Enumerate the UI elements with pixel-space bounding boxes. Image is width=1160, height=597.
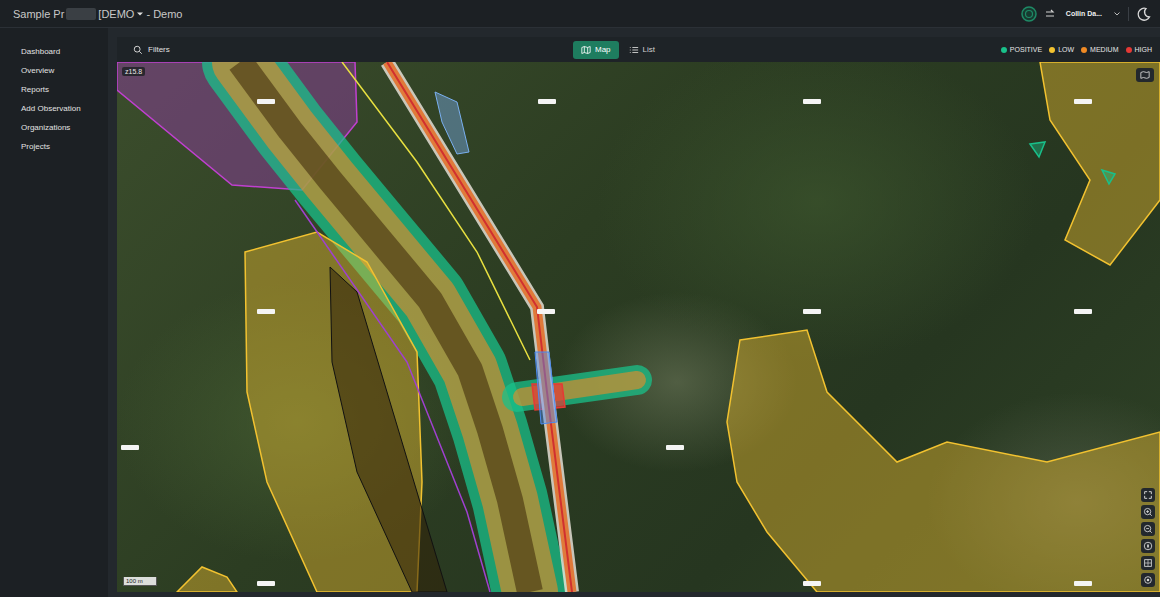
stream-channel <box>240 62 530 592</box>
view-tab[interactable]: List <box>621 41 663 59</box>
user-name[interactable]: Collin Da... <box>1066 10 1102 17</box>
sidebar-item[interactable]: Reports <box>0 80 108 99</box>
filters-button[interactable]: Filters <box>133 45 573 55</box>
toolbar: Filters Map List POSITIVE LOW MEDIUM HIGH <box>117 37 1160 62</box>
zoom-in-button[interactable] <box>1141 505 1155 519</box>
sidebar-item[interactable]: Projects <box>0 137 108 156</box>
map-label <box>803 309 821 314</box>
zoom-out-icon <box>1143 524 1153 534</box>
app-window: Sample Pr [DEMO - Demo Collin Da... Dashboar… <box>0 0 1160 597</box>
main-panel: Filters Map List POSITIVE LOW MEDIUM HIGH z15.8… <box>108 28 1160 597</box>
water-feature <box>435 92 469 154</box>
road-centerline <box>387 62 572 592</box>
legend-item: LOW <box>1049 46 1074 53</box>
map-canvas[interactable]: z15.8 100 m <box>117 62 1160 592</box>
compass-button[interactable] <box>1141 539 1155 553</box>
legend-item: MEDIUM <box>1081 46 1118 53</box>
risk-corridor[interactable] <box>240 62 530 592</box>
chevron-down-icon[interactable] <box>1113 10 1121 18</box>
sidebar-item[interactable]: Dashboard <box>0 42 108 61</box>
zoom-level: z15.8 <box>122 67 145 76</box>
slope-area <box>330 267 447 592</box>
top-bar: Sample Pr [DEMO - Demo Collin Da... <box>0 0 1160 28</box>
search-icon <box>133 45 143 55</box>
road-buffer <box>387 62 572 592</box>
map-label <box>257 99 275 104</box>
legend-label: MEDIUM <box>1090 46 1118 53</box>
map-icon <box>581 45 591 55</box>
status-circle-icon[interactable] <box>1021 6 1037 22</box>
body: DashboardOverviewReportsAdd ObservationO… <box>0 28 1160 597</box>
road <box>387 62 572 592</box>
expand-icon <box>1143 558 1153 568</box>
legend-item: POSITIVE <box>1001 46 1042 53</box>
map-label <box>1074 99 1092 104</box>
expand-button[interactable] <box>1141 556 1155 570</box>
filters-label: Filters <box>148 45 170 54</box>
view-tab[interactable]: Map <box>573 41 619 59</box>
fullscreen-icon <box>1143 490 1153 500</box>
zoom-in-icon <box>1143 507 1153 517</box>
map-controls <box>1141 488 1155 587</box>
map-label <box>537 309 555 314</box>
legend-label: LOW <box>1058 46 1074 53</box>
scale-bar: 100 m <box>123 577 157 586</box>
legend-dot <box>1001 47 1007 53</box>
map-panel: Filters Map List POSITIVE LOW MEDIUM HIGH z15.8… <box>117 37 1160 592</box>
locate-icon <box>1143 575 1153 585</box>
layers-button[interactable] <box>1136 68 1154 82</box>
map-label <box>803 581 821 586</box>
header-actions: Collin Da... <box>1021 6 1152 22</box>
trail-line <box>342 62 530 360</box>
legend-dot <box>1081 47 1087 53</box>
map-label <box>803 99 821 104</box>
project-selector[interactable]: Sample Pr [DEMO - Demo <box>13 8 182 20</box>
legend-dot <box>1049 47 1055 53</box>
layers-icon <box>1140 70 1150 80</box>
sidebar: DashboardOverviewReportsAdd ObservationO… <box>0 28 108 597</box>
map-label <box>257 581 275 586</box>
legend-label: HIGH <box>1135 46 1153 53</box>
moon-icon[interactable] <box>1136 6 1152 22</box>
view-label: Map <box>595 45 611 54</box>
map-layers <box>117 62 1160 592</box>
project-title: Sample Pr <box>13 8 64 20</box>
header-divider <box>1128 7 1129 21</box>
redacted-block <box>66 8 96 20</box>
map-label <box>666 445 684 450</box>
map-label <box>121 445 139 450</box>
sidebar-item[interactable]: Organizations <box>0 118 108 137</box>
boundary-line <box>295 200 490 592</box>
risk-corridor[interactable] <box>240 62 530 592</box>
fullscreen-button[interactable] <box>1141 488 1155 502</box>
map-label <box>257 309 275 314</box>
risk-zone[interactable] <box>1030 142 1045 157</box>
risk-zone[interactable] <box>727 330 1160 592</box>
project-suffix: - Demo <box>146 8 182 20</box>
map-label <box>538 99 556 104</box>
legend-item: HIGH <box>1126 46 1153 53</box>
view-label: List <box>643 45 655 54</box>
sidebar-item[interactable]: Add Observation <box>0 99 108 118</box>
list-icon <box>629 45 639 55</box>
sidebar-item[interactable]: Overview <box>0 61 108 80</box>
risk-zone[interactable] <box>1040 62 1160 265</box>
risk-legend: POSITIVE LOW MEDIUM HIGH <box>663 46 1152 53</box>
culvert-area <box>535 352 557 424</box>
zoom-out-button[interactable] <box>1141 522 1155 536</box>
compass-icon <box>1143 541 1153 551</box>
map-label <box>1074 309 1092 314</box>
locate-button[interactable] <box>1141 573 1155 587</box>
caret-down-icon <box>136 10 144 18</box>
legend-label: POSITIVE <box>1010 46 1042 53</box>
notification-icon[interactable] <box>1044 8 1056 20</box>
view-toggle: Map List <box>573 41 663 59</box>
risk-zone[interactable] <box>1102 170 1115 184</box>
risk-zone[interactable] <box>177 567 237 592</box>
map-label <box>1074 581 1092 586</box>
project-tag: [DEMO <box>98 8 134 20</box>
legend-dot <box>1126 47 1132 53</box>
